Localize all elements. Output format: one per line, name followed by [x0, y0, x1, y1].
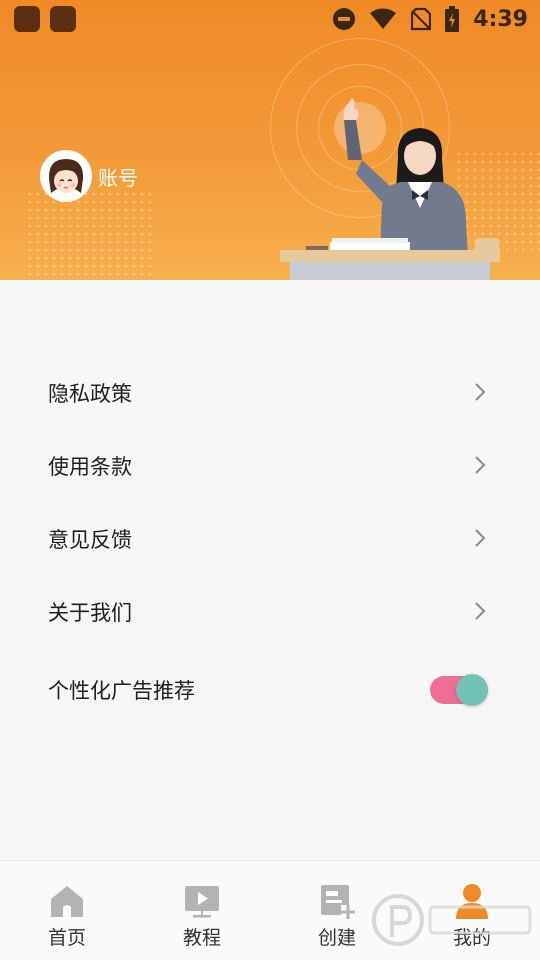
nav-label: 创建 [317, 927, 356, 949]
menu-item-feedback[interactable]: 意见反馈 [0, 502, 540, 575]
video-tutorial-icon [185, 886, 219, 918]
nav-item-home[interactable]: 首页 [27, 879, 107, 949]
avatar-icon[interactable] [40, 150, 92, 202]
nav-item-create[interactable]: 创建 [297, 879, 377, 949]
chevron-right-icon [475, 529, 486, 547]
menu-item-privacy-policy[interactable]: 隐私政策 [0, 356, 540, 429]
clock: 4:39 [473, 6, 528, 32]
wifi-icon [370, 8, 397, 29]
student-illustration [280, 98, 500, 280]
profile-header: 4:39 账号 [0, 0, 540, 280]
nav-label: 首页 [47, 927, 86, 949]
menu-item-about-us[interactable]: 关于我们 [0, 575, 540, 648]
menu-item-label: 关于我们 [48, 600, 132, 625]
toggle-knob [456, 674, 488, 706]
nav-label: 教程 [182, 927, 221, 949]
chevron-right-icon [475, 456, 486, 474]
battery-charging-icon [445, 6, 460, 32]
settings-menu: 隐私政策 使用条款 意见反馈 关于我们 个性化广告推荐 [0, 356, 540, 732]
menu-item-terms-of-use[interactable]: 使用条款 [0, 429, 540, 502]
account-label[interactable]: 账号 [98, 162, 138, 191]
watermark-logo [372, 894, 532, 946]
create-icon [321, 885, 355, 919]
nav-item-tutorial[interactable]: 教程 [162, 879, 242, 949]
chevron-right-icon [475, 383, 486, 401]
chevron-right-icon [475, 602, 486, 620]
do-not-disturb-icon [333, 8, 356, 30]
home-icon [51, 886, 83, 917]
app-icon [14, 6, 40, 32]
app-icon [50, 6, 76, 32]
menu-item-personalized-ads: 个性化广告推荐 [0, 648, 540, 732]
menu-item-label: 个性化广告推荐 [48, 679, 195, 703]
dot-pattern [26, 190, 156, 278]
status-bar: 4:39 [0, 0, 540, 38]
menu-item-label: 使用条款 [48, 454, 132, 479]
menu-item-label: 隐私政策 [48, 381, 132, 406]
no-sim-icon [411, 7, 432, 31]
personalized-ads-toggle[interactable] [430, 672, 488, 706]
menu-item-label: 意见反馈 [48, 527, 132, 552]
